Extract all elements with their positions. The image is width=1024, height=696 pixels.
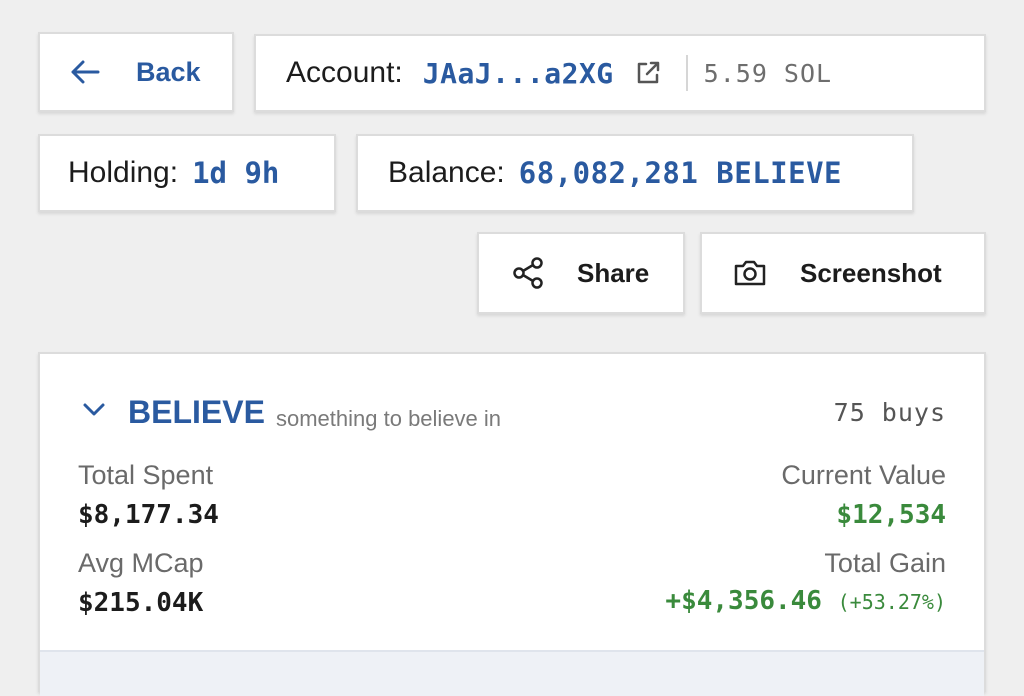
back-button[interactable]: Back <box>38 32 234 112</box>
back-label: Back <box>136 56 201 87</box>
token-description: something to believe in <box>276 406 502 431</box>
token-symbol[interactable]: BELIEVE <box>128 394 265 431</box>
token-panel: BELIEVE something to believe in 75 buys … <box>38 352 986 696</box>
total-gain-value: +$4,356.46 <box>665 586 822 616</box>
arrow-left-icon <box>71 60 100 84</box>
account-card: Account: JAaJ...a2XG 5.59 SOL <box>254 34 986 112</box>
share-button[interactable]: Share <box>477 232 685 314</box>
holding-value: 1d 9h <box>192 156 280 190</box>
share-label: Share <box>577 257 650 288</box>
balance-card: Balance: 68,082,281 BELIEVE <box>356 134 914 212</box>
camera-icon <box>734 260 766 286</box>
account-address-link[interactable]: JAaJ...a2XG <box>423 57 614 90</box>
holding-label: Holding: <box>68 156 179 189</box>
screenshot-label: Screenshot <box>800 257 942 288</box>
holding-card: Holding: 1d 9h <box>38 134 336 212</box>
total-gain-row: +$4,356.46 (+53.27%) <box>665 586 946 616</box>
avg-mcap-label: Avg MCap <box>78 548 204 578</box>
sol-balance: 5.59 SOL <box>703 58 833 88</box>
chevron-down-icon[interactable] <box>82 402 106 418</box>
screenshot-button[interactable]: Screenshot <box>700 232 986 314</box>
balance-label: Balance: <box>388 156 505 189</box>
account-label: Account: <box>286 56 403 89</box>
share-icon <box>513 257 543 289</box>
current-value-label: Current Value <box>781 460 946 490</box>
current-value: $12,534 <box>836 500 946 530</box>
avg-mcap-value: $215.04K <box>78 588 204 618</box>
total-gain-percent: (+53.27%) <box>837 590 946 614</box>
panel-footer <box>40 650 984 696</box>
total-spent-label: Total Spent <box>78 460 214 490</box>
buy-count: 75 buys <box>833 398 946 427</box>
balance-value: 68,082,281 BELIEVE <box>518 156 843 190</box>
total-gain-label: Total Gain <box>824 548 946 578</box>
total-spent-value: $8,177.34 <box>78 500 219 530</box>
divider <box>685 55 688 91</box>
external-link-icon[interactable] <box>634 59 662 87</box>
